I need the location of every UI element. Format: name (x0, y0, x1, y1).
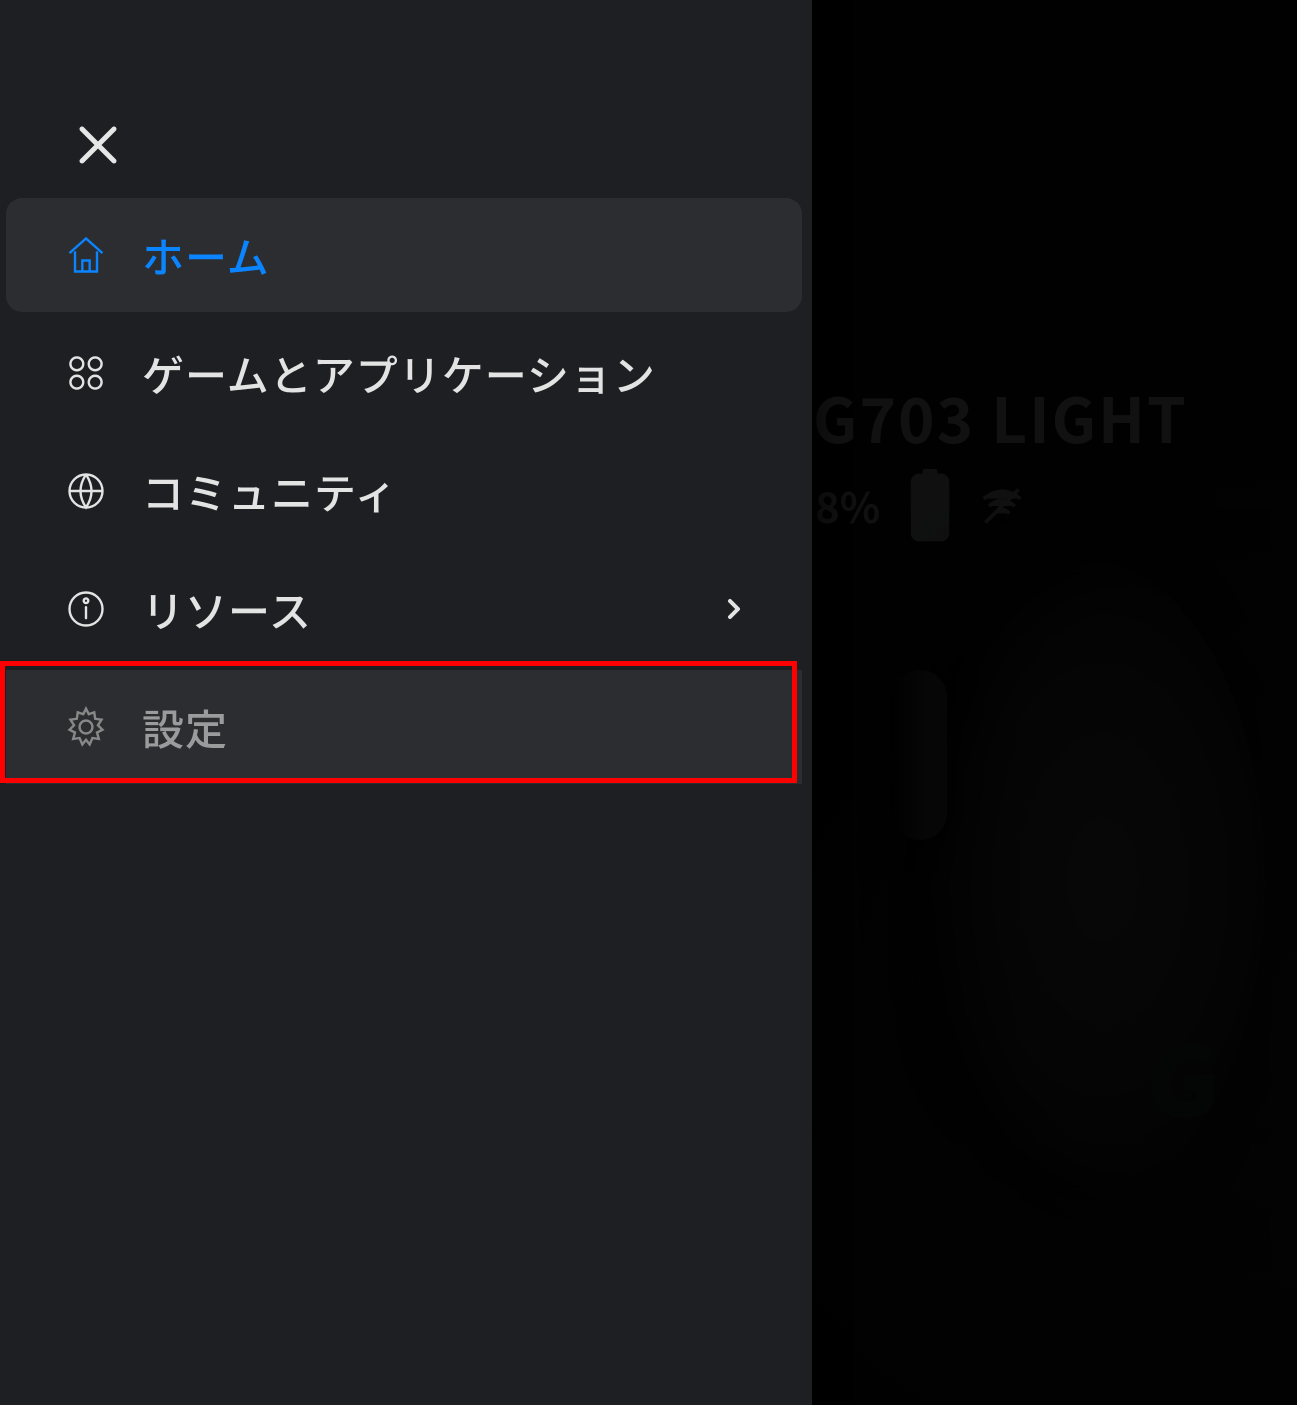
nav-item-label: 設定 (142, 697, 228, 758)
nav-item-home[interactable]: ホーム (6, 198, 802, 312)
nav-item-label: ゲームとアプリケーション (142, 343, 656, 404)
nav-item-community[interactable]: コミュニティ (6, 434, 802, 548)
chevron-right-icon (722, 597, 746, 621)
gear-icon (64, 705, 108, 749)
nav-list: ホーム ゲームとアプリケーション (6, 198, 802, 784)
home-icon (64, 233, 108, 277)
nav-item-label: リソース (142, 579, 312, 640)
nav-item-games-apps[interactable]: ゲームとアプリケーション (6, 316, 802, 430)
info-icon (64, 587, 108, 631)
close-icon (74, 121, 122, 174)
nav-drawer: ホーム ゲームとアプリケーション (0, 0, 812, 1405)
nav-item-label: ホーム (142, 225, 270, 286)
nav-item-resources[interactable]: リソース (6, 552, 802, 666)
close-button[interactable] (66, 115, 130, 179)
apps-icon (64, 351, 108, 395)
nav-item-settings[interactable]: 設定 (6, 670, 802, 784)
globe-icon (64, 469, 108, 513)
nav-item-label: コミュニティ (142, 461, 397, 522)
